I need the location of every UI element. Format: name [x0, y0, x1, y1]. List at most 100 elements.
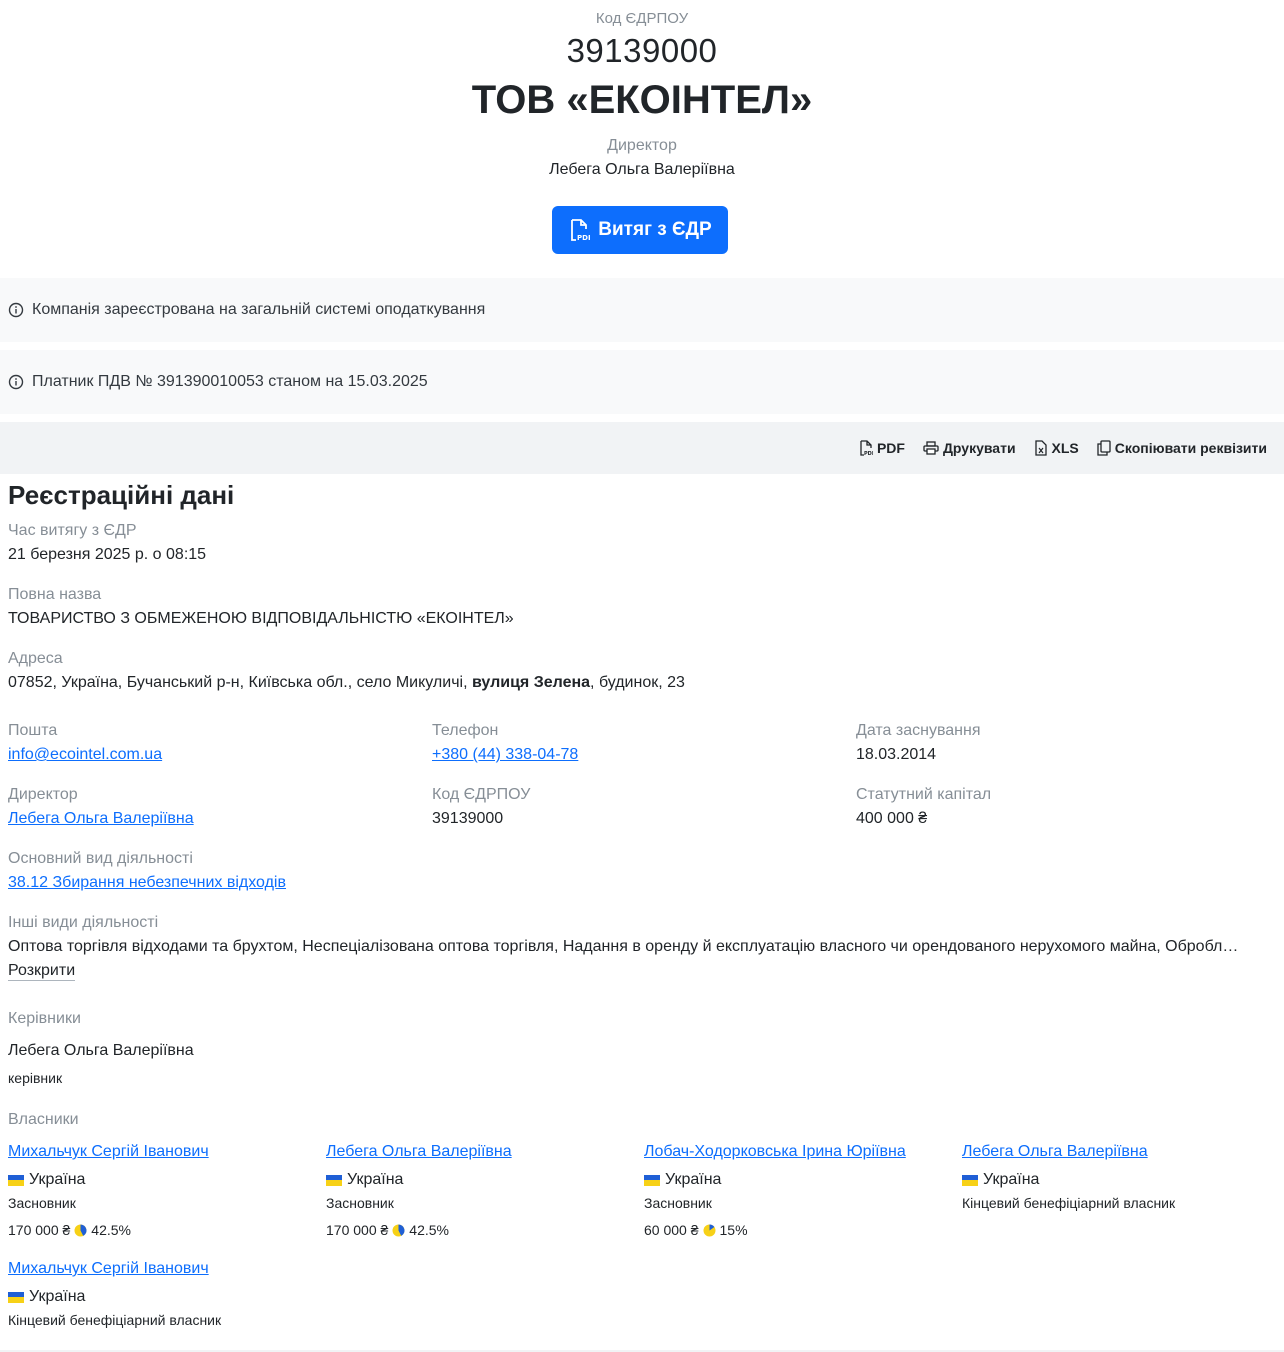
printer-icon: [923, 441, 939, 455]
print-button[interactable]: Друкувати: [923, 440, 1016, 456]
director-name: Лебега Ольга Валеріївна: [549, 161, 735, 178]
extract-time-value: 21 березня 2025 р. о 08:15: [8, 546, 207, 563]
code-value: 39139000: [432, 810, 504, 827]
section-title: Реєстраційні дані: [8, 480, 235, 510]
share-pie-icon: [74, 1224, 87, 1236]
manager-name: Лебега Ольга Валеріївна: [8, 1042, 194, 1059]
owner-country: Україна: [8, 1287, 221, 1307]
owner-card: Лебега Ольга Валеріївна Україна Засновник 1…: [326, 1142, 512, 1239]
owner-share: 170 000 ₴ 42.5%: [326, 1221, 512, 1239]
founded-field: Дата заснування 18.03.2014: [856, 721, 981, 765]
owner-percent: 42.5%: [409, 1222, 449, 1238]
owner-country-label: Україна: [347, 1171, 404, 1188]
copy-details-button[interactable]: Скопіювати реквізити: [1097, 440, 1267, 456]
owner-percent: 42.5%: [91, 1222, 131, 1238]
email-link[interactable]: info@ecointel.com.ua: [8, 745, 162, 765]
owner-card: Михальчук Сергій Іванович Україна Засновни…: [8, 1142, 209, 1239]
full-name-value: ТОВАРИСТВО З ОБМЕЖЕНОЮ ВІДПОВІДАЛЬНІСТЮ …: [8, 610, 514, 627]
code-label: Код ЄДРПОУ: [595, 10, 689, 27]
owner-name-link[interactable]: Лебега Ольга Валеріївна: [962, 1142, 1175, 1162]
vat-text: Платник ПДВ № 391390010053 станом на 15.…: [32, 373, 428, 390]
registration-section: Реєстраційні дані Час витягу з ЄДР 21 бе…: [0, 461, 1284, 1352]
address-part: , будинок, 23: [590, 674, 685, 691]
managers-label: Керівники: [8, 1010, 81, 1027]
phone-label: Телефон: [432, 722, 499, 739]
xls-button[interactable]: XLS: [1034, 440, 1079, 456]
extract-button-label: Витяг з ЄДР: [598, 219, 712, 240]
owner-country-label: Україна: [29, 1171, 86, 1188]
owner-country-label: Україна: [983, 1171, 1040, 1188]
pdf-label: PDF: [876, 440, 905, 456]
owners-label: Власники: [8, 1111, 79, 1128]
other-activities-label: Інші види діяльності: [8, 914, 159, 931]
owner-share: 170 000 ₴ 42.5%: [8, 1221, 209, 1239]
address-label: Адреса: [8, 650, 63, 667]
capital-label: Статутний капітал: [856, 786, 992, 803]
owner-card: Лобач-Ходорковська Ірина Юріївна Україна З…: [644, 1142, 906, 1239]
copy-label: Скопіювати реквізити: [1114, 440, 1267, 456]
xls-label: XLS: [1051, 440, 1079, 456]
copy-icon: [1097, 440, 1111, 456]
director-link[interactable]: Лебега Ольга Валеріївна: [8, 809, 194, 829]
tax-system-text: Компанія зареєстрована на загальній сист…: [32, 301, 486, 318]
manager-role: керівник: [8, 1070, 63, 1086]
owner-role: Засновник: [644, 1195, 712, 1211]
owner-name-link[interactable]: Лебега Ольга Валеріївна: [326, 1142, 512, 1162]
address-street: вулиця Зелена: [471, 674, 591, 691]
svg-text:PDF: PDF: [864, 451, 873, 456]
main-activity-link[interactable]: 38.12 Збирання небезпечних відходів: [8, 873, 286, 893]
other-activities-value: Оптова торгівля відходами та брухтом, Не…: [8, 938, 1239, 955]
owner-share: 60 000 ₴ 15%: [644, 1221, 906, 1239]
company-code: 39139000: [566, 32, 718, 69]
owner-name-link[interactable]: Михальчук Сергій Іванович: [8, 1142, 209, 1162]
full-name-label: Повна назва: [8, 586, 102, 603]
extract-button[interactable]: PDF Витяг з ЄДР: [552, 206, 728, 254]
code-field-label: Код ЄДРПОУ: [432, 786, 531, 803]
ukraine-flag-icon: [644, 1174, 660, 1186]
main-activity-label: Основний вид діяльності: [8, 850, 193, 867]
owner-name-link[interactable]: Михальчук Сергій Іванович: [8, 1259, 221, 1279]
owner-amount: 170 000 ₴: [8, 1222, 71, 1238]
owner-card: Михальчук Сергій Іванович Україна Кінцевий…: [8, 1259, 221, 1329]
owner-role: Засновник: [326, 1195, 394, 1211]
company-name: ТОВ «ЕКОІНТЕЛ»: [471, 78, 813, 122]
director-label: Директор: [607, 137, 677, 154]
full-name-field: Повна назва ТОВАРИСТВО З ОБМЕЖЕНОЮ ВІДПО…: [8, 585, 514, 629]
info-icon: [8, 374, 24, 390]
founded-label: Дата заснування: [856, 722, 981, 739]
email-label: Пошта: [8, 722, 58, 739]
share-pie-icon: [703, 1224, 715, 1236]
company-header: Код ЄДРПОУ 39139000 ТОВ «ЕКОІНТЕЛ» Дирек…: [0, 0, 1284, 278]
owner-amount: 60 000 ₴: [644, 1222, 699, 1238]
director-field: Директор Лебега Ольга Валеріївна: [8, 785, 194, 829]
owner-card: Лебега Ольга Валеріївна Україна Кінцевий б…: [962, 1142, 1175, 1212]
pdf-button[interactable]: PDF PDF: [859, 440, 905, 456]
owner-percent: 15%: [719, 1222, 748, 1238]
address-part: 07852, Україна, Бучанський р-н, Київська…: [8, 674, 472, 691]
director-field-label: Директор: [8, 786, 78, 803]
capital-field: Статутний капітал 400 000 ₴: [856, 785, 991, 829]
managers-field: Керівники Лебега Ольга Валеріївна керівн…: [8, 1009, 194, 1087]
extract-time-field: Час витягу з ЄДР 21 березня 2025 р. о 08…: [8, 521, 206, 565]
share-pie-icon: [392, 1224, 405, 1236]
svg-text:PDF: PDF: [577, 234, 590, 242]
owner-name-link[interactable]: Лобач-Ходорковська Ірина Юріївна: [644, 1142, 906, 1162]
info-icon: [8, 302, 24, 318]
ukraine-flag-icon: [326, 1174, 342, 1186]
xls-file-icon: [1034, 440, 1047, 456]
tax-system-notice: Компанія зареєстрована на загальній сист…: [0, 278, 1284, 342]
other-activities-field: Інші види діяльності Оптова торгівля від…: [8, 913, 1276, 981]
owner-country: Україна: [8, 1170, 209, 1190]
vat-notice: Платник ПДВ № 391390010053 станом на 15.…: [0, 350, 1284, 414]
ukraine-flag-icon: [8, 1174, 24, 1186]
owner-amount: 170 000 ₴: [326, 1222, 389, 1238]
owner-country-label: Україна: [665, 1171, 722, 1188]
main-activity-field: Основний вид діяльності 38.12 Збирання н…: [8, 849, 286, 893]
owner-role: Кінцевий бенефіціарний власник: [962, 1195, 1176, 1211]
phone-link[interactable]: +380 (44) 338-04-78: [432, 745, 578, 765]
owner-role: Засновник: [8, 1195, 76, 1211]
capital-value: 400 000 ₴: [856, 810, 928, 827]
owner-role: Кінцевий бенефіціарний власник: [8, 1312, 222, 1328]
expand-button[interactable]: Розкрити: [8, 961, 76, 981]
pdf-file-icon: PDF: [571, 219, 590, 242]
